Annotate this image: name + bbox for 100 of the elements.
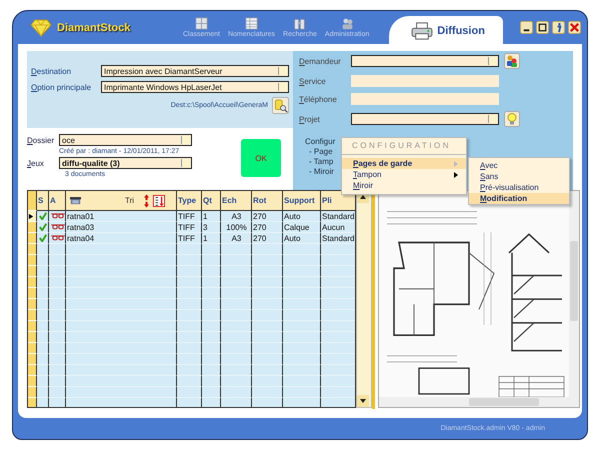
row-header[interactable]: [28, 255, 37, 266]
table-cell: [252, 244, 283, 255]
column-header[interactable]: Ech: [221, 191, 252, 211]
select-field[interactable]: diffu-qualite (3): [59, 157, 192, 169]
menu-item[interactable]: Avec: [469, 160, 569, 171]
column-header[interactable]: Tri: [66, 191, 177, 211]
column-header[interactable]: A: [49, 191, 66, 211]
table-cell: [252, 277, 283, 288]
row-header[interactable]: [28, 332, 37, 343]
row-header[interactable]: [28, 398, 37, 407]
row-header[interactable]: [28, 277, 37, 288]
info-icon[interactable]: [552, 21, 565, 34]
table-cell: [202, 332, 221, 343]
menu-item[interactable]: Pré-visualisation: [469, 182, 569, 193]
table-icon: [245, 17, 258, 30]
field-label: Dossier: [27, 136, 55, 144]
table-cell: [252, 343, 283, 354]
people-icon: [340, 17, 354, 30]
minimize-icon[interactable]: [520, 21, 533, 34]
table-cell: [202, 354, 221, 365]
row-header[interactable]: [28, 321, 37, 332]
table-cell: [177, 343, 202, 354]
row-header[interactable]: [28, 376, 37, 387]
row-header[interactable]: [28, 365, 37, 376]
table-cell: [177, 387, 202, 398]
table-cell: Aucun: [321, 222, 356, 233]
table-cell: [202, 343, 221, 354]
table-cell: [221, 310, 252, 321]
table-cell: [221, 343, 252, 354]
field-label: Demandeur: [299, 56, 342, 66]
table-cell: [221, 266, 252, 277]
row-header[interactable]: [28, 244, 37, 255]
menu-item[interactable]: Modification: [469, 193, 569, 204]
table-cell: [221, 332, 252, 343]
table-cell: ratna04: [66, 233, 177, 244]
glasses-icon: [50, 213, 64, 219]
database-search-icon[interactable]: [272, 97, 289, 114]
row-header[interactable]: [28, 310, 37, 321]
table-cell: [49, 376, 66, 387]
cabinet-icon: [194, 17, 208, 30]
table-cell: [283, 244, 321, 255]
table-cell: [252, 321, 283, 332]
table-cell: [252, 376, 283, 387]
input-field[interactable]: [351, 75, 499, 87]
menu-item[interactable]: Pages de garde: [342, 158, 466, 169]
row-header[interactable]: [28, 387, 37, 398]
sort-list-icon[interactable]: [153, 194, 166, 206]
input-field[interactable]: [351, 93, 499, 105]
maximize-icon[interactable]: [536, 21, 549, 34]
scrollbar[interactable]: [569, 191, 579, 397]
column-header[interactable]: Qt: [202, 191, 221, 211]
row-header[interactable]: [28, 211, 37, 222]
table-cell: [177, 255, 202, 266]
table-cell: 270: [252, 233, 283, 244]
table-cell: [202, 310, 221, 321]
table-cell: [252, 387, 283, 398]
table-cell: [252, 310, 283, 321]
select-field[interactable]: [351, 55, 499, 67]
sort-arrows-icon[interactable]: [144, 194, 150, 208]
column-header[interactable]: Type: [177, 191, 202, 211]
menu-item[interactable]: Sans: [469, 171, 569, 182]
table-cell: [283, 321, 321, 332]
column-header[interactable]: Support: [283, 191, 321, 211]
table-cell: [283, 365, 321, 376]
table-cell: [252, 365, 283, 376]
ok-button[interactable]: OK: [241, 139, 281, 177]
people-icon[interactable]: [504, 53, 520, 69]
table-cell: [202, 365, 221, 376]
row-header[interactable]: [28, 233, 37, 244]
select-field[interactable]: oce: [59, 134, 192, 146]
select-field[interactable]: [351, 113, 499, 125]
table-cell: ratna03: [66, 222, 177, 233]
row-header[interactable]: [28, 266, 37, 277]
table-cell: [177, 365, 202, 376]
table-cell: TIFF: [177, 233, 202, 244]
close-icon[interactable]: [568, 21, 581, 34]
menu-item[interactable]: Tampon: [342, 169, 466, 180]
column-header[interactable]: Pli: [321, 191, 356, 211]
row-header[interactable]: [28, 354, 37, 365]
column-header[interactable]: S: [37, 191, 49, 211]
select-field[interactable]: Impression avec DiamantServeur: [101, 65, 289, 77]
field-label: Option principale: [31, 82, 92, 92]
table-cell: [37, 354, 49, 365]
column-header[interactable]: Rot: [252, 191, 283, 211]
table-cell: 3: [202, 222, 221, 233]
table-cell: [177, 321, 202, 332]
table-cell: [202, 244, 221, 255]
scrollbar[interactable]: [379, 397, 579, 407]
select-field[interactable]: Imprimante Windows HpLaserJet: [101, 81, 289, 93]
config-text: - Page: [308, 147, 333, 157]
row-header[interactable]: [28, 288, 37, 299]
row-header[interactable]: [28, 222, 37, 233]
row-header[interactable]: [28, 299, 37, 310]
table-cell: 100%: [221, 222, 252, 233]
scroll-down-icon[interactable]: [357, 395, 370, 407]
table-cell: [283, 332, 321, 343]
table-cell: [37, 310, 49, 321]
row-header[interactable]: [28, 343, 37, 354]
table-cell: [49, 387, 66, 398]
menu-item[interactable]: Miroir: [342, 180, 466, 191]
